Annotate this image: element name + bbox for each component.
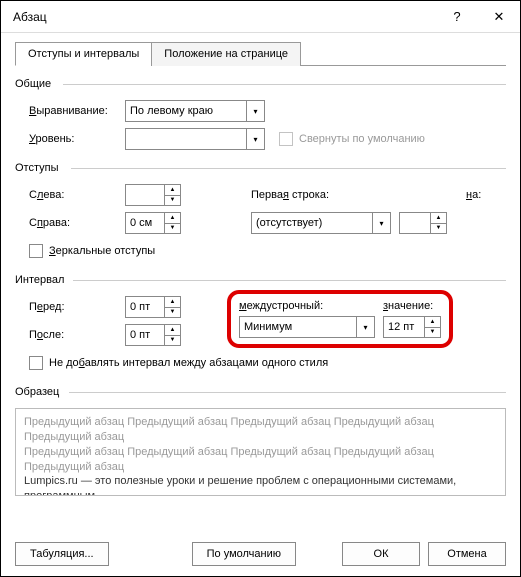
- paragraph-dialog: Абзац ? ✕ Отступы и интервалы Положение …: [0, 0, 521, 577]
- spin-right-value: 0 см: [130, 217, 152, 229]
- preview-line: Lumpics.ru — это полезные уроки и решени…: [24, 474, 497, 496]
- footer: Табуляция... По умолчанию ОК Отмена: [1, 532, 520, 576]
- spinner-icon: ▲▼: [164, 213, 180, 233]
- chevron-down-icon: ▾: [246, 101, 264, 121]
- label-collapsed: Свернуты по умолчанию: [299, 133, 425, 145]
- label-by: на:: [466, 189, 506, 201]
- group-title-preview: Образец: [15, 386, 506, 398]
- combo-align[interactable]: По левому краю ▾: [125, 100, 265, 122]
- spin-after[interactable]: 0 пт ▲▼: [125, 324, 181, 346]
- spinner-icon: ▲▼: [164, 297, 180, 317]
- ok-button[interactable]: ОК: [342, 542, 420, 566]
- preview-box: Предыдущий абзац Предыдущий абзац Предыд…: [15, 408, 506, 496]
- dialog-body: Отступы и интервалы Положение на страниц…: [1, 33, 520, 532]
- highlight-box: междустрочный: значение: Минимум ▾ 12 пт…: [227, 290, 453, 348]
- label-right: Справа:: [15, 217, 125, 229]
- default-button[interactable]: По умолчанию: [192, 542, 296, 566]
- chevron-down-icon: ▾: [246, 129, 264, 149]
- spin-before[interactable]: 0 пт ▲▼: [125, 296, 181, 318]
- spinner-icon: ▲▼: [430, 213, 446, 233]
- preview-line: Предыдущий абзац Предыдущий абзац Предыд…: [24, 445, 497, 475]
- cancel-button[interactable]: Отмена: [428, 542, 506, 566]
- titlebar: Абзац ? ✕: [1, 1, 520, 33]
- label-mirror: Зеркальные отступы: [49, 245, 155, 257]
- checkbox-collapsed: [279, 132, 293, 146]
- spinner-icon: ▲▼: [164, 325, 180, 345]
- help-button[interactable]: ?: [436, 1, 478, 33]
- checkbox-mirror[interactable]: [29, 244, 43, 258]
- dialog-title: Абзац: [13, 10, 436, 24]
- group-title-indent: Отступы: [15, 162, 506, 174]
- spin-right[interactable]: 0 см ▲▼: [125, 212, 181, 234]
- preview-line: Предыдущий абзац Предыдущий абзац Предыд…: [24, 415, 497, 445]
- chevron-down-icon: ▾: [356, 317, 374, 337]
- group-preview: Образец Предыдущий абзац Предыдущий абза…: [15, 386, 506, 496]
- combo-align-value: По левому краю: [130, 105, 213, 117]
- group-common: Общие ВВыравнивание:ыравнивание: По лево…: [15, 78, 506, 150]
- spin-by[interactable]: ▲▼: [399, 212, 447, 234]
- chevron-down-icon: ▾: [372, 213, 390, 233]
- spin-after-value: 0 пт: [130, 329, 150, 341]
- close-button[interactable]: ✕: [478, 1, 520, 33]
- spin-left[interactable]: ▲▼: [125, 184, 181, 206]
- label-value: значение:: [383, 300, 433, 312]
- combo-level[interactable]: ▾: [125, 128, 265, 150]
- label-left: Слева:: [15, 189, 125, 201]
- group-spacing: Интервал Перед: 0 пт ▲▼ После: 0 пт: [15, 274, 506, 374]
- label-after: После:: [15, 329, 125, 341]
- spinner-icon: ▲▼: [164, 185, 180, 205]
- tab-indents[interactable]: Отступы и интервалы: [15, 42, 152, 66]
- label-before: Перед:: [15, 301, 125, 313]
- group-title-spacing: Интервал: [15, 274, 506, 286]
- label-firstline: Первая строка:: [251, 189, 361, 201]
- combo-linespacing[interactable]: Минимум ▾: [239, 316, 375, 338]
- checkbox-nospace[interactable]: [29, 356, 43, 370]
- combo-linespacing-value: Минимум: [244, 321, 292, 333]
- combo-firstline-value: (отсутствует): [256, 217, 322, 229]
- label-align: ВВыравнивание:ыравнивание:: [15, 105, 125, 117]
- group-indent: Отступы Слева: ▲▼ Первая строка: на: Спр…: [15, 162, 506, 262]
- label-nospace: Не добавлять интервал между абзацами одн…: [49, 357, 328, 369]
- spin-before-value: 0 пт: [130, 301, 150, 313]
- tab-strip: Отступы и интервалы Положение на страниц…: [15, 41, 506, 66]
- spin-value[interactable]: 12 пт ▲▼: [383, 316, 441, 338]
- tab-position[interactable]: Положение на странице: [151, 42, 301, 66]
- group-title-common: Общие: [15, 78, 506, 90]
- combo-firstline[interactable]: (отсутствует) ▾: [251, 212, 391, 234]
- label-level: Уровень:: [15, 133, 125, 145]
- label-linespacing: междустрочный:: [239, 300, 369, 312]
- spinner-icon: ▲▼: [424, 317, 440, 337]
- spin-value-value: 12 пт: [388, 321, 414, 333]
- tabs-button[interactable]: Табуляция...: [15, 542, 109, 566]
